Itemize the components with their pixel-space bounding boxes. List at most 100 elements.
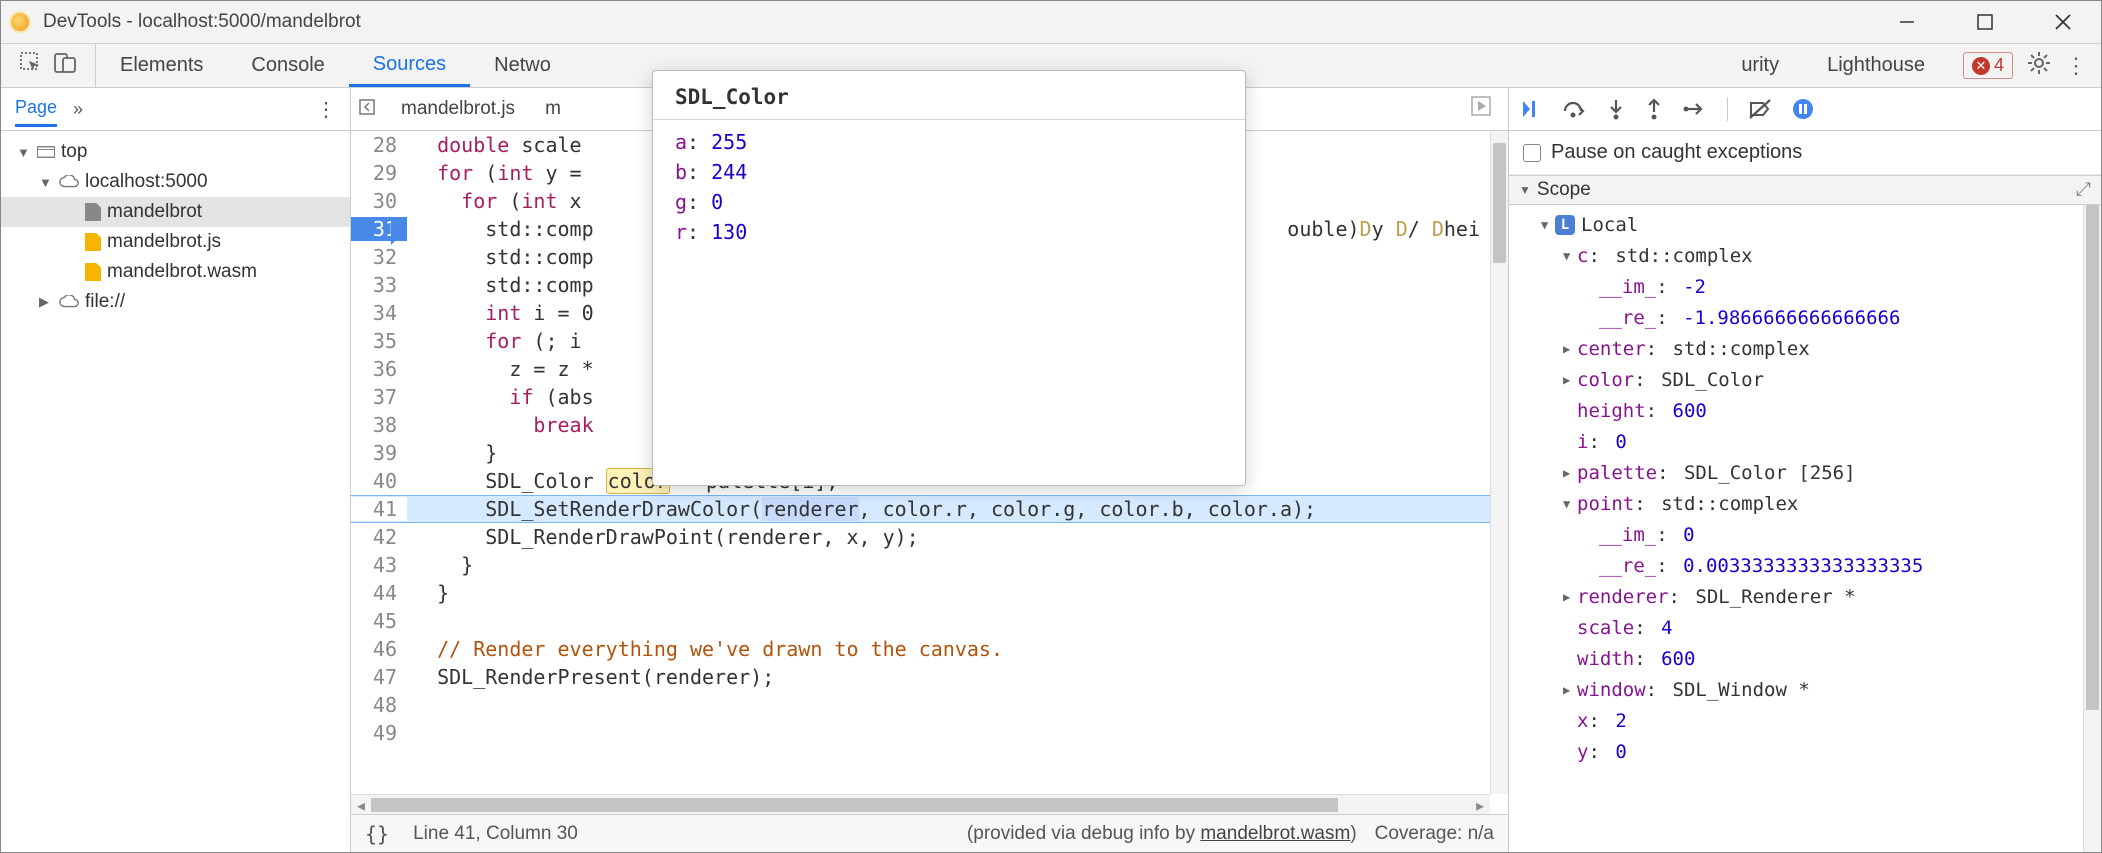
scope-variable[interactable]: __im_: 0 — [1509, 519, 2101, 550]
line-number[interactable]: 37 — [351, 385, 407, 409]
nav-back-icon[interactable] — [359, 97, 379, 122]
open-file-tab[interactable]: mandelbrot.js — [393, 98, 523, 120]
line-number[interactable]: 44 — [351, 581, 407, 605]
maximize-button[interactable] — [1973, 10, 1997, 34]
line-number[interactable]: 46 — [351, 637, 407, 661]
scope-variable[interactable]: __re_: 0.0033333333333333335 — [1509, 550, 2101, 581]
line-number[interactable]: 36 — [351, 357, 407, 381]
tab-lighthouse[interactable]: Lighthouse — [1803, 44, 1949, 87]
code-line[interactable]: 47 SDL_RenderPresent(renderer); — [351, 663, 1490, 691]
code-line[interactable]: 48 — [351, 691, 1490, 719]
line-number[interactable]: 40 — [351, 469, 407, 493]
line-number[interactable]: 32 — [351, 245, 407, 269]
tree-host[interactable]: ▼ localhost:5000 — [1, 167, 350, 197]
line-number[interactable]: 42 — [351, 525, 407, 549]
debug-info-hint: (provided via debug info by mandelbrot.w… — [967, 823, 1357, 845]
line-number[interactable]: 33 — [351, 273, 407, 297]
tree-file-mandelbrot[interactable]: mandelbrot — [1, 197, 350, 227]
navigator-more-tabs-icon[interactable]: » — [73, 99, 83, 120]
line-number[interactable]: 30 — [351, 189, 407, 213]
line-number[interactable]: 45 — [351, 609, 407, 633]
debug-source-link[interactable]: mandelbrot.wasm — [1200, 823, 1350, 844]
scope-scrollbar[interactable] — [2083, 205, 2101, 852]
tree-file-mandelbrot-js[interactable]: mandelbrot.js — [1, 227, 350, 257]
scope-variable[interactable]: i: 0 — [1509, 426, 2101, 457]
resume-button[interactable] — [1519, 98, 1541, 120]
scope-variable[interactable]: ▶palette: SDL_Color [256] — [1509, 457, 2101, 488]
tab-sources[interactable]: Sources — [349, 44, 470, 87]
error-badge[interactable]: ✕ 4 — [1963, 52, 2013, 79]
pause-caught-checkbox[interactable] — [1523, 144, 1541, 162]
scope-variable[interactable]: ▶center: std::complex — [1509, 333, 2101, 364]
pretty-print-icon[interactable]: {} — [365, 822, 389, 846]
scope-variable[interactable]: ▼c: std::complex — [1509, 240, 2101, 271]
code-line[interactable]: 46 // Render everything we've drawn to t… — [351, 635, 1490, 663]
scope-variable[interactable]: ▶window: SDL_Window * — [1509, 674, 2101, 705]
scope-variable[interactable]: __re_: -1.9866666666666666 — [1509, 302, 2101, 333]
line-number[interactable]: 41 — [351, 497, 407, 521]
expand-icon[interactable]: ⤢ — [2076, 179, 2091, 201]
code-line[interactable]: 49 — [351, 719, 1490, 747]
code-line[interactable]: 44 } — [351, 579, 1490, 607]
tab-network[interactable]: Netwo — [470, 44, 575, 87]
scope-local-header[interactable]: ▼ L Local — [1509, 209, 2101, 240]
step-into-button[interactable] — [1607, 98, 1625, 120]
device-toolbar-icon[interactable] — [53, 51, 77, 80]
debugger-toolbar — [1509, 88, 2101, 131]
scope-variable[interactable]: ▼point: std::complex — [1509, 488, 2101, 519]
titlebar: DevTools - localhost:5000/mandelbrot — [1, 1, 2101, 44]
scope-variable[interactable]: scale: 4 — [1509, 612, 2101, 643]
vertical-scrollbar[interactable] — [1490, 131, 1508, 794]
line-number[interactable]: 35 — [351, 329, 407, 353]
code-line[interactable]: 45 — [351, 607, 1490, 635]
navigator-menu-icon[interactable]: ⋮ — [316, 97, 336, 122]
tree-top[interactable]: ▼ top — [1, 137, 350, 167]
tab-elements[interactable]: Elements — [96, 44, 227, 87]
close-button[interactable] — [2051, 10, 2075, 34]
settings-icon[interactable] — [2027, 51, 2051, 81]
line-number[interactable]: 31 — [351, 217, 407, 241]
code-line[interactable]: 43 } — [351, 551, 1490, 579]
line-number[interactable]: 48 — [351, 693, 407, 717]
run-snippet-icon[interactable] — [1470, 95, 1500, 123]
deactivate-breakpoints-button[interactable] — [1748, 98, 1772, 120]
tab-security[interactable]: urity — [1741, 44, 1803, 87]
step-out-button[interactable] — [1645, 98, 1663, 120]
horizontal-scrollbar[interactable]: ◂ ▸ — [351, 794, 1490, 814]
scope-variable[interactable]: __im_: -2 — [1509, 271, 2101, 302]
line-number[interactable]: 29 — [351, 161, 407, 185]
step-button[interactable] — [1683, 98, 1707, 120]
scope-variable[interactable]: width: 600 — [1509, 643, 2101, 674]
tree-file-mandelbrot-wasm[interactable]: mandelbrot.wasm — [1, 257, 350, 287]
scope-variable[interactable]: x: 2 — [1509, 705, 2101, 736]
window-controls — [1895, 10, 2093, 34]
navigator-tab-page[interactable]: Page — [15, 97, 57, 127]
code-text: std::comp — [407, 217, 594, 241]
scope-section-header[interactable]: ▼Scope ⤢ — [1509, 175, 2101, 205]
code-line[interactable]: 42 SDL_RenderDrawPoint(renderer, x, y); — [351, 523, 1490, 551]
scope-variable[interactable]: ▶renderer: SDL_Renderer * — [1509, 581, 2101, 612]
line-number[interactable]: 49 — [351, 721, 407, 745]
line-number[interactable]: 34 — [351, 301, 407, 325]
js-file-icon — [85, 233, 101, 251]
inspect-element-icon[interactable] — [19, 51, 43, 80]
scope-variable[interactable]: y: 0 — [1509, 736, 2101, 767]
scroll-left-icon[interactable]: ◂ — [351, 793, 371, 815]
scope-variable[interactable]: ▶color: SDL_Color — [1509, 364, 2101, 395]
tree-file-scheme[interactable]: ▶ file:// — [1, 287, 350, 317]
step-over-button[interactable] — [1561, 98, 1587, 120]
line-number[interactable]: 28 — [351, 133, 407, 157]
more-menu-icon[interactable]: ⋮ — [2065, 53, 2087, 79]
pause-exceptions-button[interactable] — [1792, 98, 1814, 120]
line-number[interactable]: 39 — [351, 441, 407, 465]
tab-console[interactable]: Console — [227, 44, 348, 87]
scroll-right-icon[interactable]: ▸ — [1470, 793, 1490, 815]
open-file-tab-partial[interactable]: m — [537, 98, 569, 120]
scope-variable[interactable]: height: 600 — [1509, 395, 2101, 426]
pause-on-caught-row[interactable]: Pause on caught exceptions — [1509, 131, 2101, 175]
code-line[interactable]: 41 SDL_SetRenderDrawColor(renderer, colo… — [351, 495, 1490, 523]
line-number[interactable]: 47 — [351, 665, 407, 689]
minimize-button[interactable] — [1895, 10, 1919, 34]
line-number[interactable]: 43 — [351, 553, 407, 577]
line-number[interactable]: 38 — [351, 413, 407, 437]
